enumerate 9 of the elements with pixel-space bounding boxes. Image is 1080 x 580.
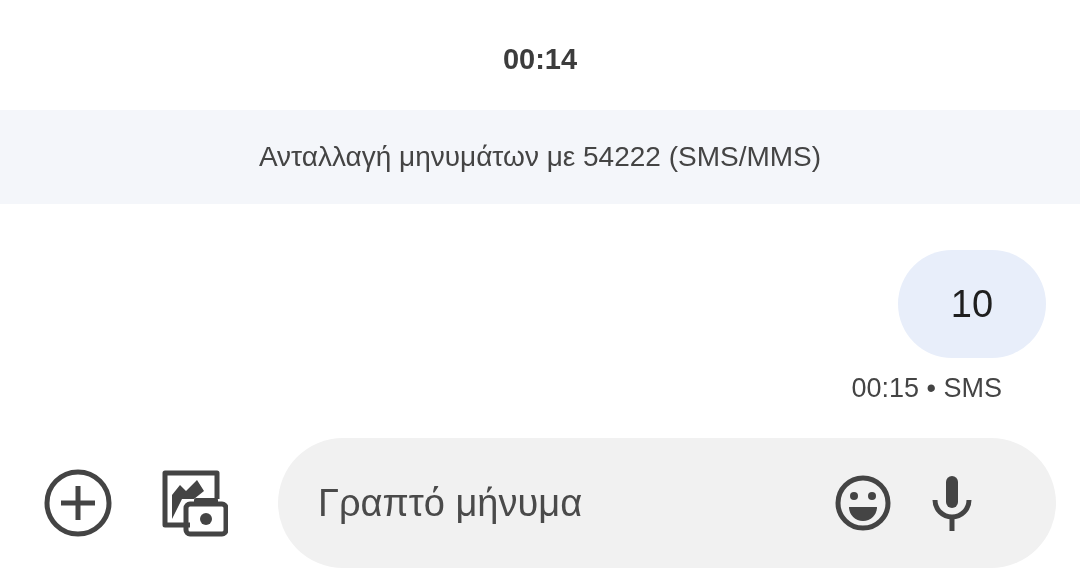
banner-text: Ανταλλαγή μηνυμάτων με 54222 (SMS/MMS) (258, 140, 822, 174)
microphone-icon[interactable] (930, 474, 974, 532)
emoji-icon[interactable] (834, 474, 892, 532)
gallery-camera-icon[interactable] (160, 469, 228, 537)
message-status: 00:15 • SMS (851, 372, 1002, 405)
message-bubble: 10 (898, 250, 1046, 358)
timestamp: 00:14 (502, 43, 578, 75)
message-field[interactable]: Γραπτό μήνυμα (278, 438, 1056, 568)
add-icon[interactable] (44, 469, 112, 537)
